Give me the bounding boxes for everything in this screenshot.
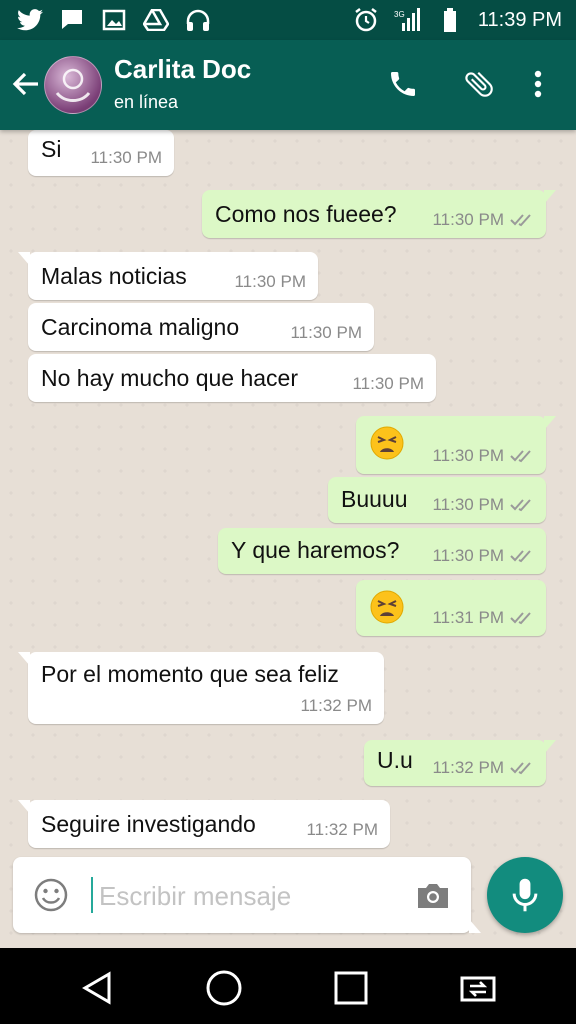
call-icon[interactable] bbox=[385, 66, 421, 102]
tired-face-emoji bbox=[370, 590, 404, 624]
system-nav-bar bbox=[0, 948, 576, 1024]
message-composer bbox=[13, 857, 481, 933]
twitter-icon bbox=[16, 6, 44, 34]
nav-screen-switch-icon[interactable] bbox=[456, 966, 500, 1010]
emoji-picker-icon[interactable] bbox=[33, 877, 69, 913]
signal-3g-icon: 3G bbox=[394, 6, 422, 34]
message-outgoing[interactable]: Y que haremos? 11:30 PM bbox=[218, 528, 546, 574]
message-time: 11:32 PM bbox=[300, 696, 372, 715]
message-incoming[interactable]: Seguire investigando 11:32 PM bbox=[18, 800, 390, 848]
chat-notification-icon bbox=[58, 6, 86, 34]
back-arrow-icon[interactable] bbox=[10, 68, 42, 100]
double-check-icon bbox=[510, 550, 531, 563]
nav-home-icon[interactable] bbox=[202, 966, 246, 1010]
message-outgoing[interactable]: U.u 11:32 PM bbox=[364, 740, 556, 786]
battery-icon bbox=[436, 6, 464, 34]
message-list[interactable]: Si 11:30 PM Como nos fueee? 11:30 PM Mal… bbox=[0, 130, 576, 948]
nav-recents-icon[interactable] bbox=[329, 966, 373, 1010]
more-icon[interactable] bbox=[520, 66, 556, 102]
attach-icon[interactable] bbox=[461, 66, 497, 102]
drive-icon bbox=[142, 6, 170, 34]
message-time: 11:32 PM bbox=[432, 758, 504, 777]
double-check-icon bbox=[510, 450, 531, 463]
message-time: 11:30 PM bbox=[234, 272, 306, 291]
message-time: 11:30 PM bbox=[352, 374, 424, 393]
double-check-icon bbox=[510, 612, 531, 625]
message-time: 11:30 PM bbox=[290, 323, 362, 342]
double-check-icon bbox=[510, 762, 531, 775]
message-outgoing-emoji[interactable]: 11:30 PM bbox=[356, 416, 556, 474]
text-cursor bbox=[91, 877, 93, 913]
message-incoming[interactable]: Si 11:30 PM bbox=[28, 130, 174, 176]
status-bar: 3G 11:39 PM bbox=[0, 0, 576, 40]
message-incoming[interactable]: Por el momento que sea feliz 11:32 PM bbox=[18, 652, 384, 724]
message-input[interactable] bbox=[97, 875, 401, 917]
chat-header: Carlita Doc en línea bbox=[0, 40, 576, 130]
nav-back-icon[interactable] bbox=[75, 966, 119, 1010]
tired-face-emoji bbox=[370, 426, 404, 460]
double-check-icon bbox=[510, 499, 531, 512]
message-outgoing[interactable]: Como nos fueee? 11:30 PM bbox=[202, 190, 556, 238]
double-check-icon bbox=[510, 214, 531, 227]
message-incoming[interactable]: Malas noticias 11:30 PM bbox=[18, 252, 318, 300]
mic-button[interactable] bbox=[487, 857, 563, 933]
message-time: 11:30 PM bbox=[90, 148, 162, 167]
message-incoming[interactable]: Carcinoma maligno 11:30 PM bbox=[28, 303, 374, 351]
message-time: 11:30 PM bbox=[432, 495, 504, 514]
image-icon bbox=[100, 6, 128, 34]
alarm-icon bbox=[352, 6, 380, 34]
contact-name[interactable]: Carlita Doc bbox=[114, 54, 251, 85]
message-outgoing-emoji[interactable]: 11:31 PM bbox=[356, 580, 546, 636]
message-time: 11:30 PM bbox=[432, 210, 504, 229]
message-incoming[interactable]: No hay mucho que hacer 11:30 PM bbox=[28, 354, 436, 402]
message-time: 11:31 PM bbox=[432, 608, 504, 627]
message-time: 11:32 PM bbox=[306, 820, 378, 839]
avatar[interactable] bbox=[44, 56, 102, 114]
status-time: 11:39 PM bbox=[477, 8, 562, 31]
contact-status: en línea bbox=[114, 92, 179, 112]
message-outgoing[interactable]: Buuuu 11:30 PM bbox=[328, 477, 546, 523]
message-time: 11:30 PM bbox=[432, 546, 504, 565]
message-time: 11:30 PM bbox=[432, 446, 504, 465]
mic-icon bbox=[512, 878, 538, 912]
camera-icon[interactable] bbox=[415, 877, 451, 913]
svg-text:3G: 3G bbox=[394, 10, 405, 19]
headset-icon bbox=[184, 6, 212, 34]
